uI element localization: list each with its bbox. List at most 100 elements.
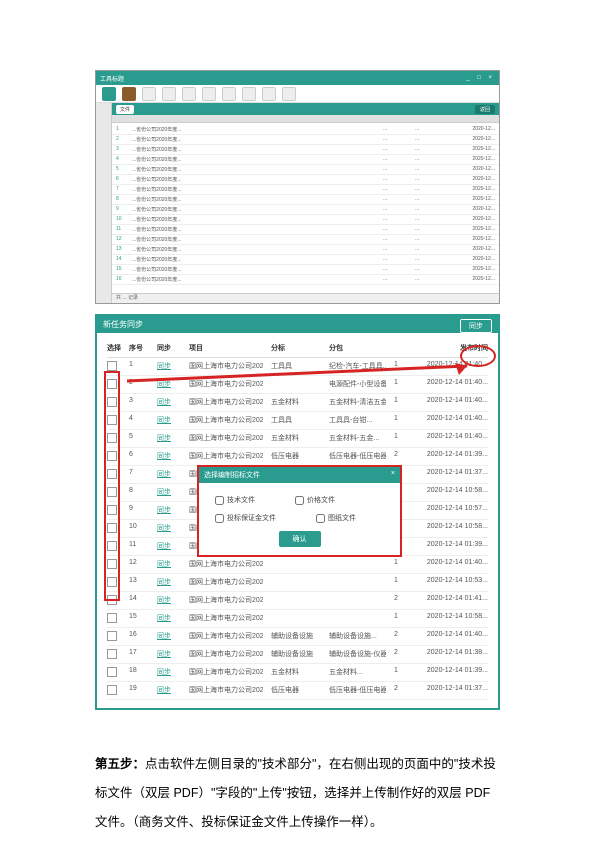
row-sync-link[interactable]: 同步 xyxy=(157,487,181,499)
chk-deposit-input[interactable] xyxy=(215,514,224,523)
table-row[interactable]: 6同步国网上海市电力公司2020年第...低压电器低压电器-低压电器...220… xyxy=(107,448,488,466)
table-row[interactable]: 16同步国网上海市电力公司2020年第...辅助设备设施辅助设备设施...220… xyxy=(107,628,488,646)
toolbar xyxy=(96,85,499,103)
row-checkbox[interactable] xyxy=(107,613,121,625)
task-row[interactable]: 7...省份公司2020年度.........2020-12... xyxy=(112,185,499,195)
table-row[interactable]: 17同步国网上海市电力公司2020年第...辅助设备设施辅助设备设施-仪器仪..… xyxy=(107,646,488,664)
task-row[interactable]: 16...省份公司2020年度.........2020-12... xyxy=(112,275,499,285)
dialog-close-icon[interactable]: × xyxy=(391,470,395,480)
task-row[interactable]: 12...省份公司2020年度.........2020-12... xyxy=(112,235,499,245)
toolbar-icon[interactable] xyxy=(122,87,136,101)
chk-price-input[interactable] xyxy=(295,496,304,505)
row-sync-link[interactable]: 同步 xyxy=(157,559,181,571)
app-title: 工具标题 xyxy=(100,74,124,83)
toolbar-icon[interactable] xyxy=(282,87,296,101)
row-checkbox[interactable] xyxy=(107,649,121,661)
row-sync-link[interactable]: 同步 xyxy=(157,415,181,427)
task-row[interactable]: 9...省份公司2020年度.........2020-12... xyxy=(112,205,499,215)
row-sync-link[interactable]: 同步 xyxy=(157,469,181,481)
table-row[interactable]: 15同步国网上海市电力公司2020年第...12020-12-14 10:58.… xyxy=(107,610,488,628)
toolbar-icon[interactable] xyxy=(242,87,256,101)
table-row[interactable]: 5同步国网上海市电力公司2020年第...五金材料五金材料-五金...12020… xyxy=(107,430,488,448)
toolbar-icon[interactable] xyxy=(222,87,236,101)
table-row[interactable]: 12同步国网上海市电力公司2020年第...12020-12-14 01:40.… xyxy=(107,556,488,574)
toolbar-icon[interactable] xyxy=(102,87,116,101)
dialog-select-files: 选择编制招标文件 × 技术文件 价格文件 投标保证金文件 图纸文件 确认 xyxy=(197,465,402,557)
row-checkbox[interactable] xyxy=(107,667,121,679)
task-row[interactable]: 2...省份公司2020年度.........2020-12... xyxy=(112,135,499,145)
toolbar-icon[interactable] xyxy=(142,87,156,101)
col-package: 分包 xyxy=(329,343,386,353)
task-row[interactable]: 8...省份公司2020年度.........2020-12... xyxy=(112,195,499,205)
row-checkbox[interactable] xyxy=(107,685,121,697)
task-header xyxy=(112,115,499,123)
highlight-box xyxy=(104,371,120,601)
row-sync-link[interactable]: 同步 xyxy=(157,397,181,409)
chk-tech-input[interactable] xyxy=(215,496,224,505)
row-sync-link[interactable]: 同步 xyxy=(157,631,181,643)
toolbar-icon[interactable] xyxy=(262,87,276,101)
window-controls: _ □ × xyxy=(463,75,495,81)
row-sync-link[interactable]: 同步 xyxy=(157,451,181,463)
col-n xyxy=(394,343,404,353)
tab-bar: 文件 返回 xyxy=(112,103,499,115)
row-sync-link[interactable]: 同步 xyxy=(157,577,181,589)
app-sidebar[interactable] xyxy=(96,103,112,303)
task-row[interactable]: 10...省份公司2020年度.........2020-12... xyxy=(112,215,499,225)
row-checkbox[interactable] xyxy=(107,631,121,643)
row-sync-link[interactable]: 同步 xyxy=(157,505,181,517)
chk-deposit-file[interactable]: 投标保证金文件 xyxy=(215,513,276,523)
col-seq: 序号 xyxy=(129,343,149,353)
task-row[interactable]: 15...省份公司2020年度.........2020-12... xyxy=(112,265,499,275)
titlebar: 工具标题 _ □ × xyxy=(96,71,499,85)
modal-title-text: 新任务同步 xyxy=(103,319,143,330)
row-sync-link[interactable]: 同步 xyxy=(157,523,181,535)
table-row[interactable]: 4同步国网上海市电力公司2020年第...工具具工具具-台钳...12020-1… xyxy=(107,412,488,430)
col-section: 分标 xyxy=(271,343,321,353)
table-row[interactable]: 3同步国网上海市电力公司2020年第...五金材料五金材料-清洁五金...120… xyxy=(107,394,488,412)
row-sync-link[interactable]: 同步 xyxy=(157,667,181,679)
row-sync-link[interactable]: 同步 xyxy=(157,613,181,625)
highlight-arrow xyxy=(127,363,477,381)
task-row[interactable]: 1...省份公司2020年度.........2020-12... xyxy=(112,125,499,135)
minimize-icon[interactable]: _ xyxy=(463,75,472,81)
row-sync-link[interactable]: 同步 xyxy=(157,541,181,553)
table-row[interactable]: 14同步国网上海市电力公司2020年第...22020-12-14 01:41.… xyxy=(107,592,488,610)
table-row[interactable]: 13同步国网上海市电力公司2020年第...12020-12-14 10:53.… xyxy=(107,574,488,592)
row-sync-link[interactable]: 同步 xyxy=(157,595,181,607)
toolbar-icon[interactable] xyxy=(162,87,176,101)
close-icon[interactable]: × xyxy=(485,75,495,81)
task-row[interactable]: 13...省份公司2020年度.........2020-12... xyxy=(112,245,499,255)
table-row[interactable]: 18同步国网上海市电力公司2020年第...五金材料五金材料...12020-1… xyxy=(107,664,488,682)
table-header: 选择 序号 同步 项目 分标 分包 发布时间 xyxy=(107,341,488,358)
task-row[interactable]: 14...省份公司2020年度.........2020-12... xyxy=(112,255,499,265)
sync-button[interactable]: 同步 xyxy=(460,319,492,333)
row-sync-link[interactable]: 同步 xyxy=(157,649,181,661)
task-row[interactable]: 6...省份公司2020年度.........2020-12... xyxy=(112,175,499,185)
chk-tech-file[interactable]: 技术文件 xyxy=(215,495,255,505)
chk-price-file[interactable]: 价格文件 xyxy=(295,495,335,505)
task-row[interactable]: 4...省份公司2020年度.........2020-12... xyxy=(112,155,499,165)
confirm-button[interactable]: 确认 xyxy=(279,531,321,547)
app-footer: 共 ... 记录 xyxy=(112,293,499,303)
chk-drawing-file[interactable]: 图纸文件 xyxy=(316,513,356,523)
chk-drawing-input[interactable] xyxy=(316,514,325,523)
task-row[interactable]: 5...省份公司2020年度.........2020-12... xyxy=(112,165,499,175)
maximize-icon[interactable]: □ xyxy=(474,75,484,81)
modal-sync: 新任务同步 × 同步 选择 序号 同步 项目 分标 分包 发布时间 1同步国网上… xyxy=(95,314,500,710)
task-list: 1...省份公司2020年度.........2020-12...2...省份公… xyxy=(112,123,499,293)
dialog-titlebar: 选择编制招标文件 × xyxy=(199,467,400,483)
table-row[interactable]: 19同步国网上海市电力公司2020年第...低压电器低压电器-低压电器...22… xyxy=(107,682,488,700)
col-project: 项目 xyxy=(189,343,263,353)
row-sync-link[interactable]: 同步 xyxy=(157,685,181,697)
task-row[interactable]: 11...省份公司2020年度.........2020-12... xyxy=(112,225,499,235)
tab-end[interactable]: 返回 xyxy=(475,105,495,114)
toolbar-icon[interactable] xyxy=(182,87,196,101)
task-row[interactable]: 3...省份公司2020年度.........2020-12... xyxy=(112,145,499,155)
col-select: 选择 xyxy=(107,343,121,353)
toolbar-icon[interactable] xyxy=(202,87,216,101)
row-sync-link[interactable]: 同步 xyxy=(157,433,181,445)
col-sync: 同步 xyxy=(157,343,181,353)
step-label: 第五步： xyxy=(95,757,145,771)
tab-label[interactable]: 文件 xyxy=(116,105,134,114)
